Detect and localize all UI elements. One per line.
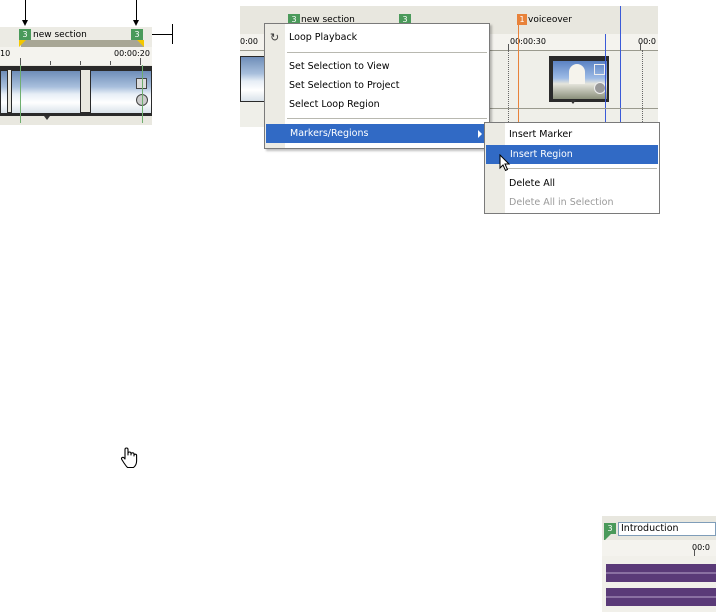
menu-item-label: Set Selection to Project (289, 80, 400, 91)
menu-item-select-loop-region[interactable]: Select Loop Region (265, 95, 489, 114)
region-name-input[interactable]: Introduction (618, 522, 716, 536)
menu-item-set-selection-project[interactable]: Set Selection to Project (265, 76, 489, 95)
menu-item-label: Insert Region (510, 149, 573, 160)
submenu-arrow-icon (478, 130, 482, 138)
callout-arrow-end (133, 20, 139, 26)
menu-item-label: Select Loop Region (289, 99, 380, 110)
menu-separator (287, 118, 487, 119)
region-end-tag[interactable]: 3 (131, 29, 143, 40)
audio-waveform (606, 564, 716, 606)
menu-item-label: Loop Playback (289, 32, 358, 43)
ruler-label-mid: 00:00:30 (510, 37, 546, 46)
region-span[interactable] (21, 40, 144, 47)
menu-item-insert-marker[interactable]: Insert Marker (485, 125, 659, 144)
loop-icon: ↻ (270, 31, 280, 44)
event-marker-icon (44, 116, 50, 120)
arrow-cursor-icon (499, 154, 511, 172)
callout-line-start (25, 0, 26, 20)
menu-item-label: Delete All (509, 178, 556, 189)
region-name-label: new section (33, 30, 87, 40)
callout-line-vertical (172, 24, 173, 44)
region-end-line (142, 65, 143, 123)
video-thumbnail (0, 70, 8, 114)
ruler-tick (640, 44, 641, 50)
menu-item-markers-regions[interactable]: Markers/Regions (266, 124, 488, 143)
menu-item-label: Insert Marker (509, 129, 573, 140)
region-timeline-panel: 3 new section 3 10 00:00:20 (0, 0, 173, 125)
menu-item-delete-all[interactable]: Delete All (485, 174, 659, 193)
menu-separator (507, 168, 657, 169)
menu-item-loop-playback[interactable]: ↻ Loop Playback (265, 28, 489, 47)
ruler-label-start: 10 (0, 49, 11, 58)
grid-line (508, 50, 510, 126)
callout-line-horizontal (152, 34, 172, 35)
capitol-dome-icon (569, 64, 585, 84)
callout-arrow-start (22, 20, 28, 26)
menu-item-label: Set Selection to View (289, 61, 390, 72)
callout-line-end (136, 0, 137, 20)
menu-item-label: Markers/Regions (290, 128, 369, 139)
region-tag[interactable]: 3 (604, 523, 616, 534)
ruler-label-end: 00:00:20 (114, 49, 150, 58)
grid-line (642, 50, 644, 126)
region-name-value: Introduction (621, 523, 679, 534)
hand-cursor-icon (120, 447, 138, 469)
ruler-tick (20, 58, 21, 65)
video-thumbnail (11, 70, 81, 114)
event-marker-icon (570, 100, 576, 104)
menu-item-insert-region[interactable]: Insert Region (486, 145, 658, 164)
timeline-context-menu-panel: 3 new section 3 1 voiceover 0:00 00:00:3… (240, 6, 660, 214)
selection-start-line (605, 34, 606, 124)
menu-separator (287, 52, 487, 53)
ruler-tick (140, 58, 141, 65)
menu-item-set-selection-view[interactable]: Set Selection to View (265, 57, 489, 76)
region-rename-panel: 3 Introduction 00:0 (602, 516, 716, 612)
region-start-flag-icon (19, 40, 26, 47)
pan-crop-icon[interactable] (594, 64, 605, 75)
voiceover-marker-label: voiceover (528, 15, 572, 25)
region-start-tag[interactable]: 3 (19, 29, 31, 40)
context-menu: ↻ Loop Playback Set Selection to View Se… (264, 23, 490, 149)
menu-item-delete-all-in-selection[interactable]: Delete All in Selection (485, 193, 659, 212)
ruler-label-start: 0:00 (240, 37, 258, 46)
region-start-line (20, 65, 21, 123)
menu-item-label: Delete All in Selection (509, 197, 614, 208)
region-end-flag-icon (137, 40, 144, 47)
voiceover-marker-line (518, 24, 519, 126)
